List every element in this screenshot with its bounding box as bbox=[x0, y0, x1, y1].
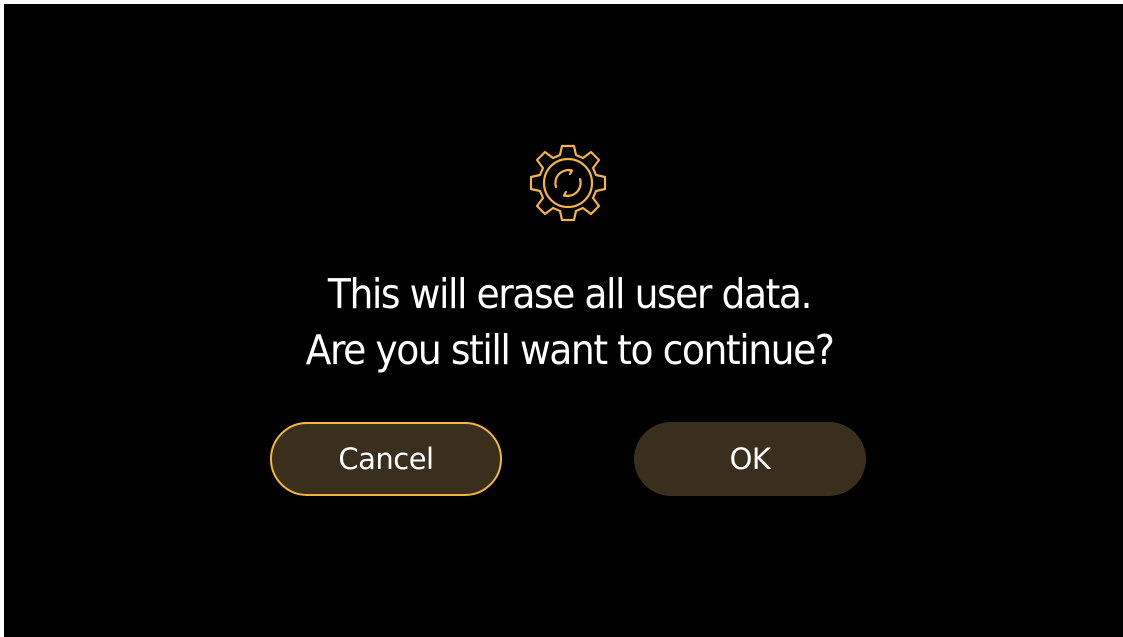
warning-message-line-2: Are you still want to continue? bbox=[305, 326, 835, 374]
warning-message: This will erase all user data. Are you s… bbox=[49, 266, 1090, 378]
ok-button-label: OK bbox=[729, 442, 771, 476]
gear-reset-icon bbox=[529, 144, 607, 222]
cancel-button[interactable]: Cancel bbox=[270, 422, 502, 496]
cancel-button-label: Cancel bbox=[338, 442, 434, 476]
ok-button[interactable]: OK bbox=[634, 422, 866, 496]
reset-dialog: This will erase all user data. Are you s… bbox=[4, 4, 1123, 637]
warning-message-line-1: This will erase all user data. bbox=[327, 270, 813, 318]
